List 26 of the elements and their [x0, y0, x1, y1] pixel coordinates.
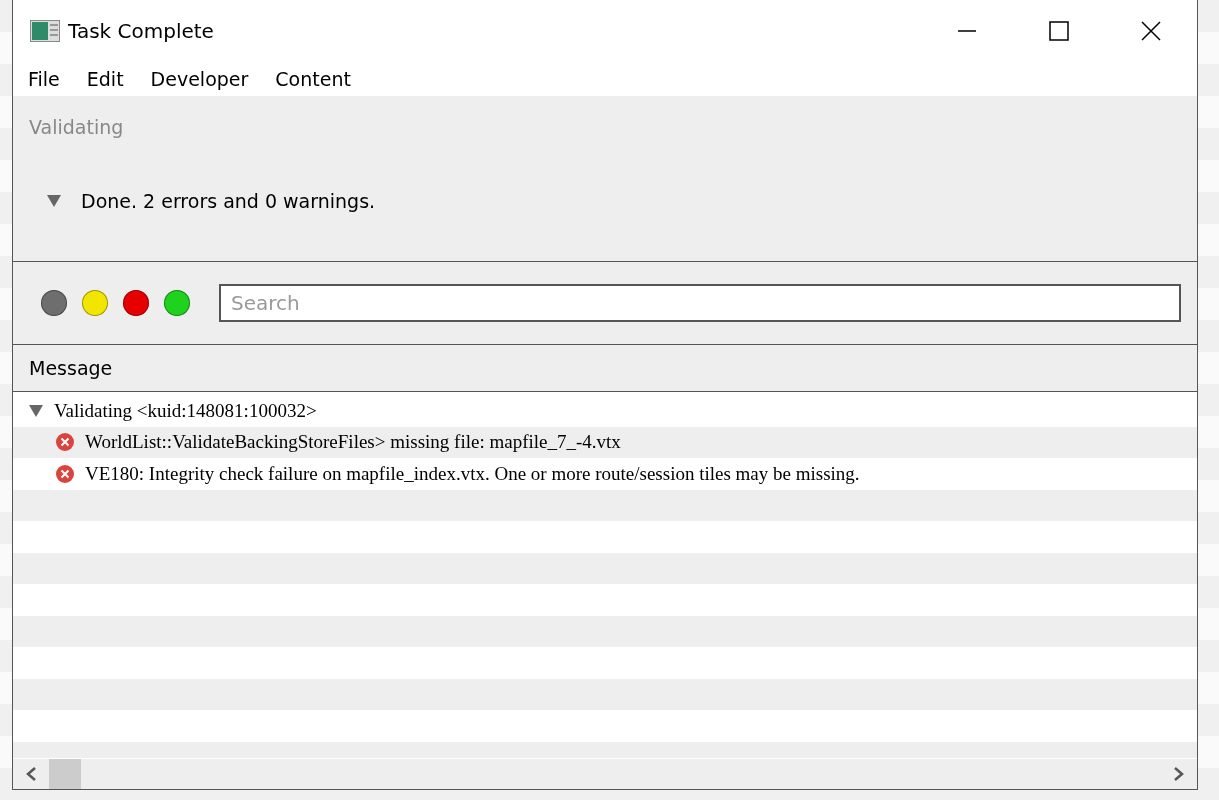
scroll-right-icon[interactable] [1173, 767, 1185, 781]
expand-arrow-icon[interactable] [47, 195, 61, 207]
error-icon [56, 464, 74, 483]
expand-arrow-icon[interactable] [29, 404, 43, 417]
menu-item[interactable]: File [28, 68, 60, 90]
filter-dot[interactable] [41, 290, 67, 316]
message-text: Validating <kuid:148081:100032> [54, 399, 317, 422]
message-text: VE180: Integrity check failure on mapfile_index.vtx. One or more route/session tiles may be missing. [85, 462, 860, 485]
filter-dot[interactable] [164, 290, 190, 316]
scroll-left-icon[interactable] [25, 767, 37, 781]
maximize-icon[interactable] [1049, 21, 1069, 41]
message-text: WorldList::ValidateBackingStoreFiles> missing file: mapfile_7_-4.vtx [85, 431, 621, 454]
window-title: Task Complete [68, 19, 214, 43]
close-icon[interactable] [1141, 21, 1161, 41]
error-icon [56, 433, 74, 452]
menu-item[interactable]: Content [275, 68, 351, 90]
scrollbar-thumb[interactable] [49, 759, 81, 789]
filter-dot[interactable] [123, 290, 149, 316]
summary-text: Done. 2 errors and 0 warnings. [81, 190, 376, 212]
column-header[interactable]: Message [29, 357, 113, 379]
search-field[interactable]: Search [219, 284, 1181, 322]
status-title: Validating [29, 116, 125, 138]
menu-item[interactable]: Edit [86, 68, 124, 90]
menu-item[interactable]: Developer [150, 68, 249, 90]
app-icon [30, 20, 60, 42]
filter-dot[interactable] [82, 290, 108, 316]
